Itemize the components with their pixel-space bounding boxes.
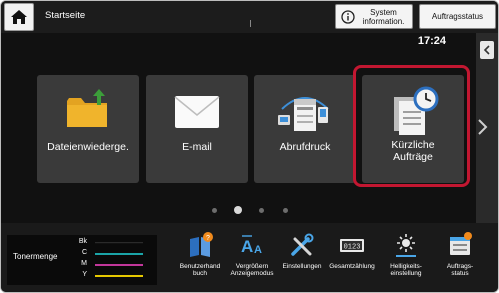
job-status-button[interactable]: Auftragsstatus bbox=[419, 4, 496, 29]
tool-settings[interactable]: Einstellungen bbox=[275, 231, 329, 289]
printer-network-icon bbox=[278, 97, 329, 131]
toner-bar-black bbox=[95, 242, 143, 244]
page-dot[interactable] bbox=[212, 208, 217, 213]
envelope-icon bbox=[174, 96, 220, 128]
selection-highlight bbox=[353, 65, 470, 187]
page-dot-active[interactable] bbox=[234, 206, 242, 214]
svg-text:?: ? bbox=[206, 235, 210, 242]
tool-user-manual[interactable]: ? Benutzerhand buch bbox=[173, 231, 227, 289]
info-icon bbox=[341, 9, 355, 24]
page-title: Startseite bbox=[45, 10, 86, 21]
toner-key: Bk bbox=[78, 238, 87, 245]
toner-bar-cyan bbox=[95, 253, 143, 255]
tile-file-retrieve[interactable]: Dateienwiederge. bbox=[37, 75, 139, 183]
screen-frame: Startseite System information. Auftragss… bbox=[0, 0, 499, 293]
toner-key: C bbox=[81, 249, 87, 256]
counter-icon: 0123 bbox=[340, 239, 364, 252]
toner-row-m: M bbox=[75, 260, 155, 269]
chevron-left-icon bbox=[483, 45, 490, 55]
svg-text:0123: 0123 bbox=[344, 244, 361, 252]
toner-status-panel[interactable]: Tonermenge Bk C M Y bbox=[7, 235, 157, 285]
tile-pull-print[interactable]: Abrufdruck bbox=[254, 75, 356, 183]
main-area: 17:24 Dateienwiederge. E-mail Abrufdruck… bbox=[1, 33, 498, 223]
next-page-arrow[interactable] bbox=[475, 117, 489, 137]
svg-text:A: A bbox=[254, 244, 262, 256]
book-icon: ? bbox=[190, 232, 213, 257]
toner-row-bk: Bk bbox=[75, 238, 155, 247]
top-bar: Startseite System information. Auftragss… bbox=[1, 1, 498, 33]
toner-bar-magenta bbox=[95, 264, 143, 266]
clock: 17:24 bbox=[417, 35, 446, 47]
tool-brightness[interactable]: Helligkeits-einstellung bbox=[379, 231, 433, 289]
svg-text:A: A bbox=[241, 237, 253, 256]
tool-job-status[interactable]: Auftrags-status bbox=[433, 231, 487, 289]
page-indicator bbox=[1, 206, 476, 216]
tile-email[interactable]: E-mail bbox=[146, 75, 248, 183]
tile-label: Abrufdruck bbox=[279, 141, 331, 153]
system-information-button[interactable]: System information. bbox=[335, 4, 413, 29]
tile-label: E-mail bbox=[182, 141, 212, 153]
tool-label: Helligkeits-einstellung bbox=[390, 263, 422, 277]
system-information-label: System information. bbox=[362, 7, 405, 26]
tool-label: Auftrags-status bbox=[446, 263, 474, 277]
toner-row-y: Y bbox=[75, 271, 155, 280]
font-size-icon: A A bbox=[241, 235, 262, 256]
page-dot[interactable] bbox=[283, 208, 288, 213]
tools-icon bbox=[291, 233, 314, 256]
tool-label: Gesamtzählung bbox=[329, 263, 375, 270]
tile-label: Dateienwiederge. bbox=[47, 141, 129, 153]
brightness-icon bbox=[396, 234, 416, 257]
bottom-toolbar: Tonermenge Bk C M Y ? Benutzerhand buch … bbox=[1, 223, 498, 292]
page-dot[interactable] bbox=[259, 208, 264, 213]
folder-icon bbox=[67, 89, 107, 127]
divider-tick bbox=[250, 20, 251, 27]
toner-key: Y bbox=[82, 271, 87, 278]
home-button[interactable] bbox=[4, 3, 34, 31]
toner-bar-yellow bbox=[95, 275, 143, 277]
job-status-icon bbox=[450, 232, 472, 255]
toner-key: M bbox=[81, 260, 87, 267]
tool-enlarge-display[interactable]: A A Vergrößern Anzeigemodus bbox=[225, 231, 279, 289]
tool-total-count[interactable]: 0123 Gesamtzählung bbox=[325, 231, 379, 289]
panel-toggle-button[interactable] bbox=[480, 41, 494, 59]
toner-title: Tonermenge bbox=[13, 252, 58, 261]
toner-row-c: C bbox=[75, 249, 155, 258]
home-icon bbox=[11, 10, 27, 24]
